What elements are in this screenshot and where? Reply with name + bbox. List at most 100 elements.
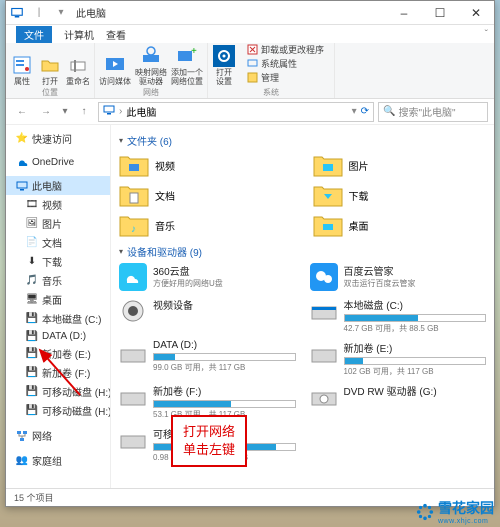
- sidebar-item-homegroup[interactable]: 👥家庭组: [6, 451, 110, 470]
- drive-c[interactable]: 本地磁盘 (C:)42.7 GB 可用，共 88.5 GB: [310, 297, 487, 334]
- access-media-label: 访问媒体: [99, 77, 131, 86]
- tab-file[interactable]: 文件: [16, 26, 52, 43]
- search-placeholder: 搜索"此电脑": [398, 104, 455, 119]
- drive-icon: [119, 383, 147, 411]
- search-box[interactable]: 🔍 搜索"此电脑": [378, 102, 488, 122]
- drive-e[interactable]: 新加卷 (E:)102 GB 可用，共 117 GB: [310, 340, 487, 377]
- svg-text:♪: ♪: [131, 224, 136, 235]
- access-media-button[interactable]: 访问媒体: [99, 54, 131, 86]
- drive-icon: 💾: [26, 313, 38, 325]
- snowflake-icon: [416, 503, 434, 521]
- ribbon-expand-icon[interactable]: ˇ: [485, 29, 488, 40]
- drive-icon: [119, 340, 147, 368]
- sysprops-icon: [246, 58, 258, 70]
- map-drive-label: 映射网络 驱动器: [135, 68, 167, 86]
- properties-icon: [11, 54, 33, 76]
- sidebar-item-downloads[interactable]: ⬇下载: [6, 252, 110, 271]
- uninstall-icon: [246, 44, 258, 56]
- map-drive-button[interactable]: 映射网络 驱动器: [135, 45, 167, 86]
- drive-dvd[interactable]: DVD RW 驱动器 (G:): [310, 383, 487, 420]
- sidebar-item-drive-e[interactable]: 💾新加卷 (E:): [6, 344, 110, 363]
- ribbon-group-location: 属性 打开 重命名 位置: [6, 43, 95, 98]
- window-title: 此电脑: [76, 5, 106, 20]
- address-dropdown-icon[interactable]: ▾: [352, 106, 357, 117]
- drive-icon: 💾: [26, 330, 38, 342]
- sidebar-item-drive-c[interactable]: 💾本地磁盘 (C:): [6, 309, 110, 328]
- sidebar-item-music[interactable]: 🎵音乐: [6, 271, 110, 290]
- sidebar-item-videos[interactable]: 🎞视频: [6, 195, 110, 214]
- sidebar-item-drive-h[interactable]: 💾可移动磁盘 (H:): [6, 382, 110, 401]
- address-box[interactable]: › 此电脑 ▾ ⟳: [98, 102, 374, 122]
- open-settings-button[interactable]: 打开 设置: [212, 45, 236, 86]
- sidebar-item-network[interactable]: 网络: [6, 426, 110, 445]
- nav-up-button[interactable]: ↑: [74, 102, 94, 122]
- tab-view[interactable]: 查看: [106, 27, 126, 42]
- sidebar-item-drive-f[interactable]: 💾新加卷 (F:): [6, 363, 110, 382]
- rename-icon: [67, 54, 89, 76]
- explorer-window: | ▾ 此电脑 – ☐ ✕ 文件 计算机 查看 ˇ 属性 打开: [5, 0, 495, 507]
- folders-group-header[interactable]: 文件夹 (6): [119, 133, 486, 148]
- folder-downloads[interactable]: 下载: [313, 182, 487, 208]
- folder-icon: [119, 182, 149, 208]
- minimize-button[interactable]: –: [386, 1, 422, 25]
- folder-icon: 🖥: [26, 294, 38, 306]
- sidebar-item-onedrive[interactable]: OneDrive: [6, 154, 110, 170]
- camera-icon: [119, 297, 147, 325]
- address-location: 此电脑: [126, 104, 156, 119]
- folder-videos[interactable]: 视频: [119, 152, 293, 178]
- refresh-button[interactable]: ⟳: [361, 106, 369, 117]
- maximize-button[interactable]: ☐: [422, 1, 458, 25]
- rename-button[interactable]: 重命名: [66, 54, 90, 86]
- folder-icon: 📄: [26, 237, 38, 249]
- history-dropdown[interactable]: ▾: [60, 102, 70, 122]
- sidebar-item-quick-access[interactable]: ⭐快速访问: [6, 129, 110, 148]
- drive-icon: 💾: [26, 348, 38, 360]
- add-netloc-button[interactable]: + 添加一个 网络位置: [171, 45, 203, 86]
- sysprops-link[interactable]: 系统属性: [246, 57, 324, 70]
- folder-documents[interactable]: 文档: [119, 182, 293, 208]
- annotation-box: 打开网络 单击左键: [171, 415, 247, 467]
- ribbon-group-system-label: 系统: [263, 87, 279, 98]
- usb-icon: 💾: [26, 405, 38, 417]
- folder-pictures[interactable]: 图片: [313, 152, 487, 178]
- folder-icon: [313, 152, 343, 178]
- drives-group-header[interactable]: 设备和驱动器 (9): [119, 244, 486, 259]
- tab-computer[interactable]: 计算机: [64, 27, 94, 42]
- drive-d[interactable]: DATA (D:)99.0 GB 可用，共 117 GB: [119, 340, 296, 377]
- nav-forward-button[interactable]: →: [36, 102, 56, 122]
- content-pane: 文件夹 (6) 视频 图片 文档 下载 ♪音乐 桌面 设备和驱动器 (9) 36…: [111, 125, 494, 488]
- nav-back-button[interactable]: ←: [12, 102, 32, 122]
- open-button[interactable]: 打开: [38, 54, 62, 86]
- manage-link[interactable]: 管理: [246, 71, 324, 84]
- close-button[interactable]: ✕: [458, 1, 494, 25]
- network-icon: [16, 430, 28, 442]
- sidebar-item-drive-d[interactable]: 💾DATA (D:): [6, 328, 110, 344]
- cloud-icon: [119, 263, 147, 291]
- drive-video-device[interactable]: 视频设备: [119, 297, 296, 334]
- netloc-icon: +: [176, 45, 198, 67]
- properties-button[interactable]: 属性: [10, 54, 34, 86]
- sidebar-item-desktop[interactable]: 🖥桌面: [6, 290, 110, 309]
- properties-label: 属性: [14, 77, 30, 86]
- manage-icon: [246, 72, 258, 84]
- sidebar-item-thispc[interactable]: 此电脑: [6, 176, 110, 195]
- drive-360cloud[interactable]: 360云盘方便好用的网络U盘: [119, 263, 296, 291]
- open-label: 打开: [42, 77, 58, 86]
- search-icon: 🔍: [383, 106, 395, 117]
- sidebar-item-drive-h2[interactable]: 💾可移动磁盘 (H:): [6, 401, 110, 420]
- folders-grid: 视频 图片 文档 下载 ♪音乐 桌面: [119, 152, 486, 238]
- drive-baidu[interactable]: 百度云管家双击运行百度云管家: [310, 263, 487, 291]
- svg-text:+: +: [191, 46, 197, 57]
- uninstall-link[interactable]: 卸载或更改程序: [246, 43, 324, 56]
- dvd-icon: [310, 383, 338, 411]
- sidebar-item-documents[interactable]: 📄文档: [6, 233, 110, 252]
- folder-icon: 🖼: [26, 218, 38, 230]
- folder-icon: 🎞: [26, 199, 38, 211]
- folder-desktop[interactable]: 桌面: [313, 212, 487, 238]
- sidebar-item-pictures[interactable]: 🖼图片: [6, 214, 110, 233]
- folder-icon: ⬇: [26, 256, 38, 268]
- star-icon: ⭐: [16, 133, 28, 145]
- checkbox-icon[interactable]: ▾: [54, 6, 68, 20]
- folder-music[interactable]: ♪音乐: [119, 212, 293, 238]
- folder-icon: ♪: [119, 212, 149, 238]
